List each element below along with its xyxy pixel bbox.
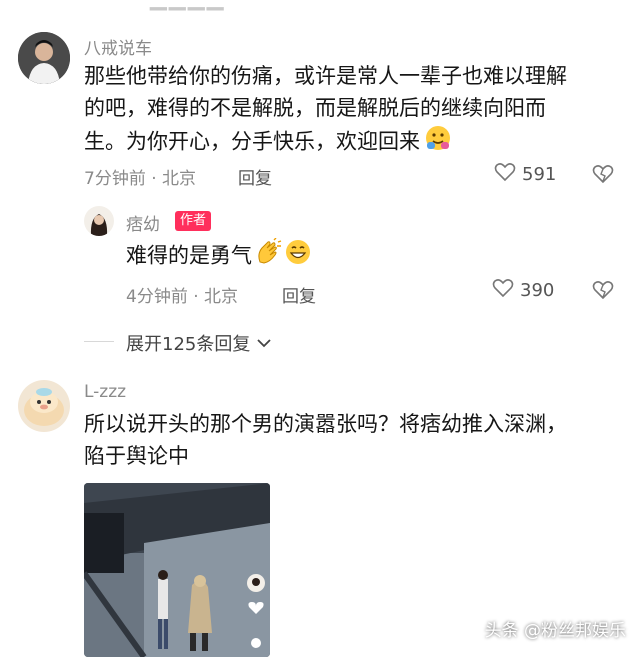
comment-text: 那些他带给你的伤痛，或许是常人一辈子也难以理解 的吧，难得的不是解脱，而是解脱后…	[84, 60, 604, 161]
reply-button[interactable]: 回复	[238, 164, 272, 189]
expand-replies-button[interactable]: 展开125条回复	[126, 330, 272, 356]
reply-text: 难得的是勇气	[126, 237, 312, 275]
hug-emoji	[424, 124, 452, 161]
avatar[interactable]	[18, 380, 70, 432]
like-button[interactable]: 591	[494, 162, 556, 187]
avatar[interactable]	[84, 206, 114, 236]
dislike-heart-icon	[592, 281, 614, 304]
comment-text: 所以说开头的那个男的演嚣张吗？将痞幼推入深渊， 陷于舆论中	[84, 412, 567, 468]
avatar[interactable]	[18, 32, 70, 84]
comment-time-location: 7分钟前 · 北京	[84, 169, 197, 189]
dislike-button[interactable]	[592, 280, 614, 304]
chevron-down-icon	[256, 333, 272, 354]
comment-username[interactable]: 八戒说车	[84, 34, 152, 59]
divider	[84, 341, 114, 342]
reply-time-location: 4分钟前 · 北京	[126, 287, 239, 307]
dislike-heart-icon	[592, 165, 614, 188]
expand-replies-label: 展开125条回复	[126, 334, 251, 355]
reply-username[interactable]: 痞幼	[126, 210, 160, 235]
clap-emoji	[254, 237, 282, 275]
video-thumbnail[interactable]	[84, 483, 270, 657]
like-count: 591	[522, 164, 557, 185]
dislike-button[interactable]	[592, 164, 614, 188]
author-badge: 作者	[175, 211, 212, 231]
heart-icon	[494, 162, 516, 187]
cut-off-previous-line: ▁▁▁▁	[150, 0, 226, 11]
watermark: 头条 @粉丝邦娱乐	[484, 621, 626, 641]
heart-icon	[492, 278, 514, 303]
grin-emoji	[284, 238, 312, 275]
comment-username[interactable]: L-zzz	[84, 382, 126, 402]
like-button[interactable]: 390	[492, 278, 554, 303]
like-count: 390	[520, 280, 555, 301]
reply-button[interactable]: 回复	[282, 282, 316, 307]
